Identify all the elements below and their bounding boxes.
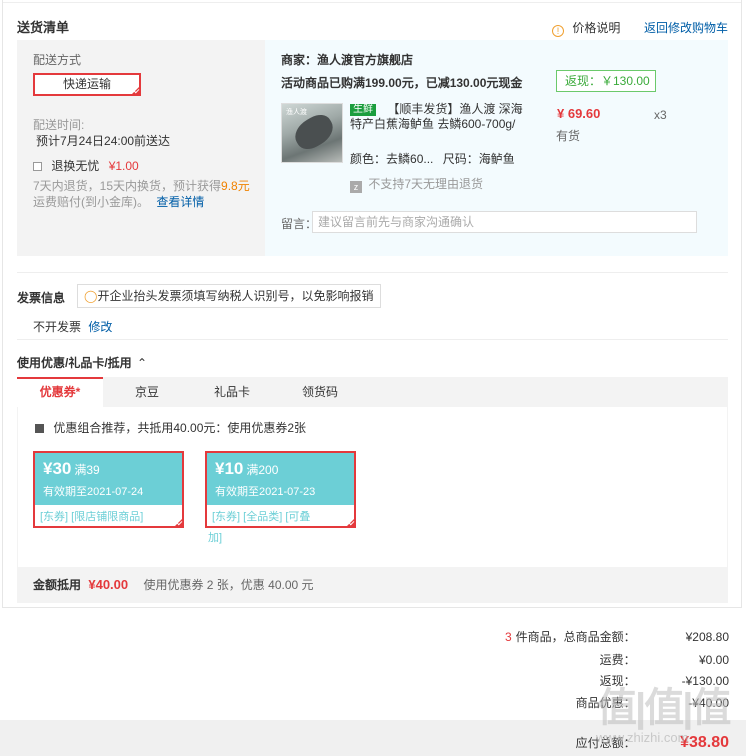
coupon-tags: [东券] [限店铺限商品] [40,511,144,523]
product-image[interactable]: 渔人渡 [281,103,343,163]
coupon-expiry: 有效期至2021-07-24 [43,486,144,498]
coupon-tags: [东券] [全品类] [可叠 [212,511,311,523]
invoice-value: 不开发票 修改 [33,320,113,334]
selected-check-icon [346,518,355,527]
no-return-icon: z [350,181,362,193]
tab-jingdou[interactable]: 京豆 [117,377,177,407]
watermark-logo: 值|值|值 [597,686,731,730]
selected-check-icon [174,518,183,527]
coupon-condition: 满39 [74,463,100,477]
note-input[interactable]: 建议留言前先与商家沟通确认 [312,211,697,233]
invoice-tip: ◯开企业抬头发票须填写纳税人识别号，以免影响报销 [77,284,381,308]
worry-free-option[interactable]: 退换无忧 ¥1.00 [33,157,139,174]
ship-method-label: 配送方式 [33,53,82,67]
coupon-amount: ¥30 [43,459,72,478]
rebate-badge: 返现：￥130.00 [556,70,656,92]
view-details-link[interactable]: 查看详情 [156,195,204,209]
invoice-modify-link[interactable]: 修改 [88,320,112,334]
delivery-title: 送货清单 [17,20,70,35]
worry-free-desc: 7天内退货，15天内换货，预计获得9.8元 [33,179,250,193]
ship-time-label: 配送时间: [33,118,85,132]
worry-free-desc-2: 运费赔付(到小金库)。 查看详情 [33,195,205,209]
discount-section-toggle[interactable]: 使用优惠/礼品卡/抵用 ⌃ [17,354,147,371]
tab-claim-code[interactable]: 领货码 [290,377,350,407]
merchant-name: 商家：渔人渡官方旗舰店 [281,53,414,67]
ship-method-button[interactable]: 快递运输 [33,73,141,96]
price-explain-link[interactable]: ! 价格说明 [552,19,620,37]
invoice-title: 发票信息 [17,291,66,305]
goods-total-row: 3 件商品，总商品金额： ¥208.80 [504,630,729,644]
combo-checkbox[interactable] [35,424,44,434]
discount-summary: 金额抵用 ¥40.00 使用优惠券 2 张，优惠 40.00 元 [17,567,728,603]
tab-gift-card[interactable]: 礼品卡 [202,377,262,407]
no-return-notice: z 不支持7天无理由退货 [350,175,483,193]
info-icon: ! [552,25,564,37]
discount-sum-value: ¥40.00 [88,577,129,592]
promo-text: 活动商品已购满199.00元，已减130.00元现金 [281,76,523,90]
coupon-expiry: 有效期至2021-07-23 [215,486,316,498]
coupon-tags-overflow: 加] [208,532,223,544]
divider [17,339,728,340]
worry-free-checkbox[interactable] [33,162,42,172]
product-quantity: x3 [654,108,667,122]
lightbulb-icon: ◯ [84,289,98,303]
product-price: ¥ 69.60 [557,106,601,121]
stock-status: 有货 [556,129,581,143]
back-to-cart-link[interactable]: 返回修改购物车 [644,19,728,36]
coupon-amount: ¥10 [215,459,244,478]
coupon-card[interactable]: ¥30 满39 有效期至2021-07-24 [东券] [限店铺限商品] [33,451,184,528]
selected-check-icon [131,86,140,95]
coupon-card[interactable]: ¥10 满200 有效期至2021-07-23 [东券] [全品类] [可叠 [205,451,356,528]
fresh-tag: 生鲜 [350,104,376,116]
freight-row: 运费： ¥0.00 [599,653,729,667]
tab-coupons[interactable]: 优惠券* [17,377,103,407]
combo-recommend[interactable]: 优惠组合推荐，共抵用40.00元：使用优惠券2张 [35,419,306,436]
chevron-up-icon: ⌃ [137,356,148,370]
watermark-url: www.zhizhi.com [596,730,689,745]
divider [17,272,728,273]
ship-time: 预计7月24日24:00前送达 [36,134,171,148]
coupon-condition: 满200 [246,463,279,477]
product-title[interactable]: 生鲜 【顺丰发货】渔人渡 深海 特产白蕉海鲈鱼 去鳞600-700g/ [350,102,550,132]
product-attrs: 颜色：去鳞60... 尺码：海鲈鱼 [350,152,515,166]
